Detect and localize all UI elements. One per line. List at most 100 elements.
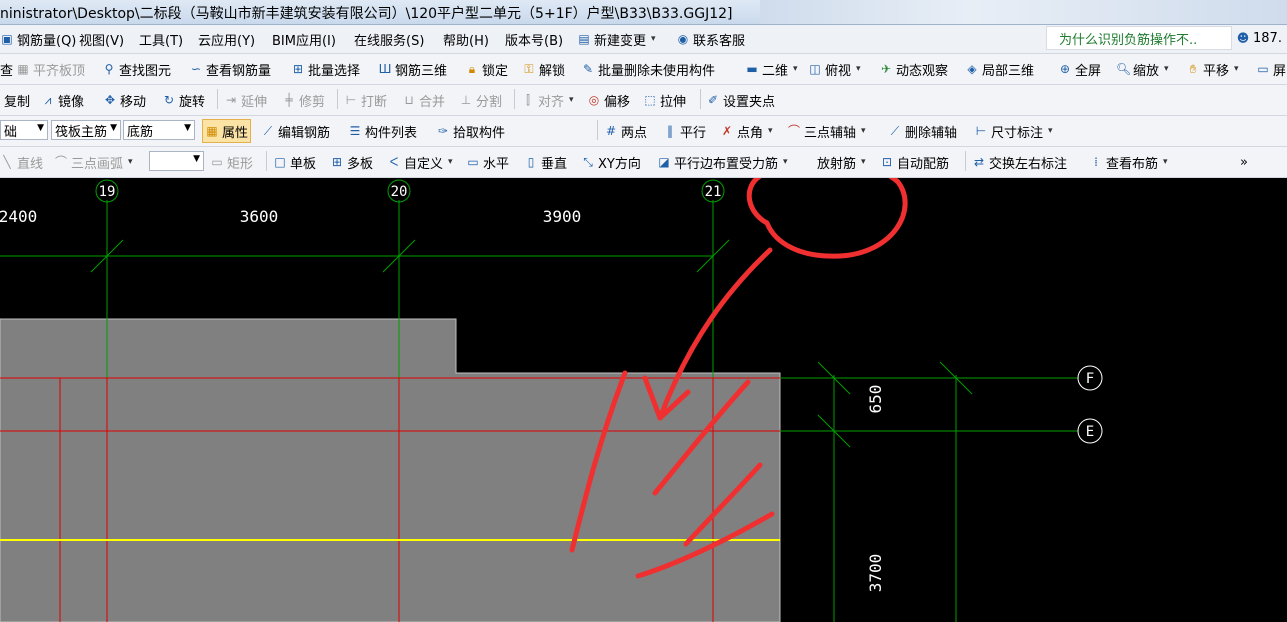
- btn-mirror[interactable]: ⩘ 镜像: [41, 85, 84, 115]
- btn-three-point-arc[interactable]: ⌒ 三点画弧: [54, 147, 133, 177]
- title-bar: ninistrator\Desktop\二标段（马鞍山市新丰建筑安装有限公司）\…: [0, 0, 1287, 25]
- hand-icon: ✋︎: [1189, 62, 1197, 76]
- btn-lock[interactable]: 🔒︎ 锁定: [465, 54, 508, 84]
- btn-fullscreen[interactable]: ⊕ 全屏: [1058, 54, 1101, 84]
- btn-top-view[interactable]: ◫ 俯视: [808, 54, 861, 84]
- cad-drawing: 19 20 21 F E 2400 3600 3900 650 3700: [0, 178, 1103, 622]
- separator: [514, 89, 515, 109]
- separator: [965, 151, 966, 171]
- btn-point-angle[interactable]: ✗ 点角: [720, 116, 773, 146]
- rebar-3d-icon: Ш: [378, 62, 392, 76]
- point-angle-icon: ✗: [721, 124, 733, 138]
- separator: [597, 120, 598, 140]
- btn-radial-rebar[interactable]: 放射筋: [817, 147, 866, 177]
- btn-swap-labels[interactable]: ⇄ 交换左右标注: [972, 147, 1067, 177]
- menu-tools[interactable]: 工具(T): [139, 25, 183, 53]
- menu-view[interactable]: 视图(V): [79, 25, 124, 53]
- btn-rebar-3d[interactable]: Ш 钢筋三维: [378, 54, 447, 84]
- btn-properties[interactable]: ▦ 属性: [202, 119, 252, 143]
- btn-offset[interactable]: ◎ 偏移: [587, 85, 630, 115]
- btn-check[interactable]: 查: [0, 54, 13, 84]
- btn-view-rebar-qty[interactable]: ∽ 查看钢筋量: [189, 54, 271, 84]
- window-title: ninistrator\Desktop\二标段（马鞍山市新丰建筑安装有限公司）\…: [0, 6, 733, 22]
- btn-extend[interactable]: ⇥ 延伸: [224, 85, 267, 115]
- rebar-layer-select[interactable]: 底筋 ▼: [123, 120, 195, 140]
- btn-view-rebar-layout[interactable]: ⁞ 查看布筋: [1089, 147, 1168, 177]
- btn-pan[interactable]: ✋︎ 平移: [1186, 54, 1239, 84]
- btn-find-element[interactable]: ⚲ 查找图元: [102, 54, 171, 84]
- menu-contact-support[interactable]: ◉ 联系客服: [676, 25, 745, 53]
- btn-pick-component[interactable]: ✑ 拾取构件: [436, 116, 505, 146]
- btn-dynamic-orbit[interactable]: ✈ 动态观察: [879, 54, 948, 84]
- binoculars-icon: ⚲: [104, 62, 114, 76]
- btn-split[interactable]: ⊥ 分割: [459, 85, 502, 115]
- dimension-icon: ⊢: [975, 124, 987, 138]
- btn-auto-rebar[interactable]: ⊡ 自动配筋: [880, 147, 949, 177]
- btn-align[interactable]: ⫿ 对齐: [521, 85, 574, 115]
- btn-move[interactable]: ✥ 移动: [103, 85, 146, 115]
- parallel-icon: ‖: [667, 124, 673, 138]
- btn-copy[interactable]: 复制: [4, 85, 30, 115]
- btn-2d[interactable]: ▬ 二维: [745, 54, 798, 84]
- trim-icon: ╪: [285, 93, 293, 107]
- edit-rebar-icon: ⟋: [263, 124, 273, 138]
- menu-bim[interactable]: BIM应用(I): [272, 25, 336, 53]
- btn-trim[interactable]: ╪ 修剪: [282, 85, 325, 115]
- parallel-edge-icon: ◪: [658, 155, 670, 169]
- menu-online-service[interactable]: 在线服务(S): [354, 25, 424, 53]
- menu-help[interactable]: 帮助(H): [443, 25, 489, 53]
- btn-local-3d[interactable]: ◈ 局部三维: [965, 54, 1034, 84]
- btn-rectangle[interactable]: ▭ 矩形: [210, 147, 253, 177]
- btn-unlock[interactable]: ⚿ 解锁: [522, 54, 565, 84]
- btn-delete-aux-axis[interactable]: ⟋ 删除辅轴: [888, 116, 957, 146]
- menu-cloud[interactable]: 云应用(Y): [198, 25, 255, 53]
- axis-label-E: E: [1086, 424, 1094, 440]
- menu-version[interactable]: 版本号(B): [505, 25, 563, 53]
- menu-rebar-quantity[interactable]: ▣ 钢筋量(Q): [0, 25, 76, 53]
- btn-set-grip[interactable]: ✐ 设置夹点: [706, 85, 775, 115]
- btn-horizontal[interactable]: ▭ 水平: [466, 147, 509, 177]
- chevron-down-icon: ▼: [110, 123, 117, 133]
- btn-three-point-axis[interactable]: ⌒ 三点辅轴: [787, 116, 866, 146]
- slab-shape[interactable]: [0, 318, 781, 622]
- btn-break[interactable]: ⊢ 打断: [344, 85, 387, 115]
- custom-icon: ᐸ: [389, 155, 399, 169]
- rectangle-icon: ▭: [211, 155, 223, 169]
- btn-parallel-edge-rebar[interactable]: ◪ 平行边布置受力筋: [657, 147, 788, 177]
- btn-dimension[interactable]: ⊢ 尺寸标注: [974, 116, 1053, 146]
- toolbar-overflow-button[interactable]: »: [1240, 147, 1248, 177]
- btn-screen[interactable]: ▭ 屏: [1256, 54, 1286, 84]
- btn-edit-rebar[interactable]: ⟋ 编辑钢筋: [261, 116, 330, 146]
- stretch-icon: ⬚: [644, 93, 656, 107]
- notice-link[interactable]: 为什么识别负筋操作不..: [1046, 26, 1232, 50]
- account-button[interactable]: ☻ 187.: [1236, 26, 1287, 50]
- screen-icon: ▭: [1257, 62, 1269, 76]
- btn-parallel[interactable]: ‖ 平行: [663, 116, 706, 146]
- support-icon: ◉: [677, 32, 689, 46]
- batch-select-icon: ⊞: [292, 62, 304, 76]
- dimension-text: 650: [866, 385, 885, 414]
- btn-merge[interactable]: ⊔ 合并: [402, 85, 445, 115]
- component-type-select[interactable]: 础 ▼: [0, 120, 48, 140]
- extend-icon: ⇥: [225, 93, 237, 107]
- btn-single-slab[interactable]: □ 单板: [273, 147, 316, 177]
- btn-batch-select[interactable]: ⊞ 批量选择: [291, 54, 360, 84]
- btn-rotate[interactable]: ↻ 旋转: [162, 85, 205, 115]
- btn-multi-slab[interactable]: ⊞ 多板: [330, 147, 373, 177]
- btn-zoom[interactable]: 🔍︎ 缩放: [1116, 54, 1169, 84]
- btn-align-slab-top[interactable]: ▦ 平齐板顶: [16, 54, 85, 84]
- btn-component-list[interactable]: ☰ 构件列表: [348, 116, 417, 146]
- btn-xy-direction[interactable]: ⤡ XY方向: [581, 147, 641, 177]
- btn-line[interactable]: ╲ 直线: [0, 147, 43, 177]
- shape-select[interactable]: ▼: [149, 151, 204, 171]
- btn-batch-delete-unused[interactable]: ✎ 批量删除未使用构件: [581, 54, 715, 84]
- btn-stretch[interactable]: ⬚ 拉伸: [643, 85, 686, 115]
- drawing-canvas[interactable]: 19 20 21 F E 2400 3600 3900 650 3700: [0, 178, 1287, 622]
- btn-custom[interactable]: ᐸ 自定义: [387, 147, 453, 177]
- annotation-circle: [746, 178, 908, 259]
- component-name-select[interactable]: 筏板主筋 ▼: [51, 120, 121, 140]
- btn-two-points[interactable]: # 两点: [604, 116, 647, 146]
- menu-new-change[interactable]: ▤ 新建变更: [577, 25, 656, 53]
- local-3d-icon: ◈: [967, 62, 977, 76]
- btn-vertical[interactable]: ▯ 垂直: [524, 147, 567, 177]
